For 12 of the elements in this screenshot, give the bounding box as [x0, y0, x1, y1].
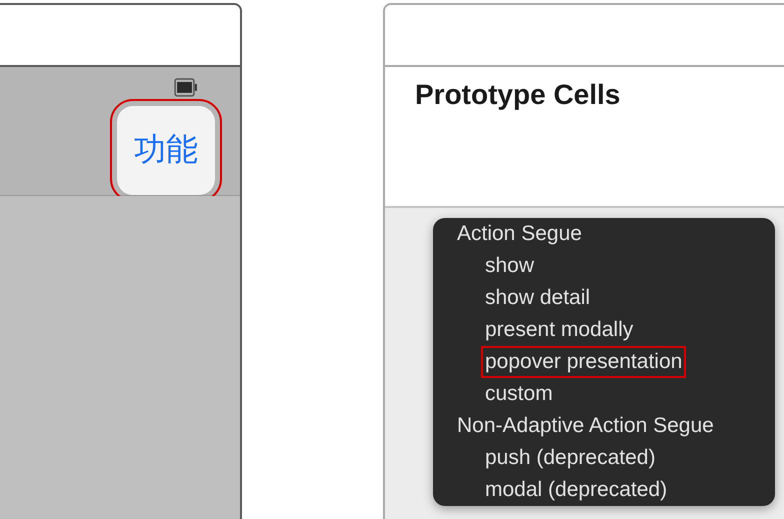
menu-item[interactable]: show detail [483, 284, 592, 312]
menu-item[interactable]: show [483, 252, 536, 280]
menu-section-header: Action Segue [456, 221, 583, 247]
menu-item[interactable]: push (deprecated) [483, 444, 658, 472]
menu-item[interactable]: custom [483, 380, 555, 408]
menu-item[interactable]: modal (deprecated) [483, 476, 670, 504]
battery-icon [174, 78, 197, 97]
function-button[interactable]: 功能 [117, 106, 215, 195]
section-title: Prototype Cells [415, 79, 620, 111]
menu-section-header: Non-Adaptive Action Segue [456, 413, 715, 439]
menu-item[interactable]: popover presentation [483, 348, 684, 376]
menu-item[interactable]: present modally [483, 316, 636, 344]
